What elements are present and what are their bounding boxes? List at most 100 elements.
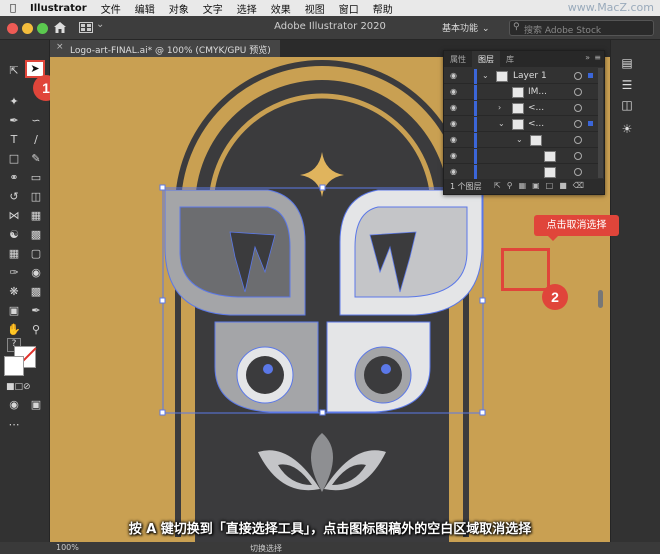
layer-name[interactable]: IM... bbox=[528, 87, 547, 97]
tab-document[interactable]: × Logo-art-FINAL.ai* @ 100% (CMYK/GPU 预览… bbox=[50, 40, 280, 57]
color-mode-icon[interactable]: ■□⊘ bbox=[6, 380, 31, 394]
menu-window[interactable]: 窗口 bbox=[339, 1, 359, 16]
eraser-tool-icon[interactable]: ▭ bbox=[28, 171, 44, 185]
layer-name[interactable]: <... bbox=[528, 103, 544, 113]
selection-handle[interactable] bbox=[319, 409, 326, 416]
layer-row[interactable]: ◉ bbox=[444, 165, 600, 180]
layer-name[interactable]: <... bbox=[528, 119, 544, 129]
width-tool-icon[interactable]: ⋈ bbox=[6, 209, 22, 223]
menu-type[interactable]: 文字 bbox=[203, 1, 223, 16]
visibility-eye-icon[interactable]: ◉ bbox=[450, 71, 457, 80]
zoom-window-button[interactable] bbox=[37, 23, 48, 34]
visibility-eye-icon[interactable]: ◉ bbox=[450, 167, 457, 176]
shape-builder-tool-icon[interactable]: ☯ bbox=[6, 228, 22, 242]
tab-layers[interactable]: 图层 bbox=[472, 51, 500, 67]
selection-handle[interactable] bbox=[479, 297, 486, 304]
close-window-button[interactable] bbox=[7, 23, 18, 34]
selection-square-icon[interactable] bbox=[588, 121, 593, 126]
menu-edit[interactable]: 编辑 bbox=[135, 1, 155, 16]
layers-panel-icon[interactable]: ☰ bbox=[619, 78, 635, 92]
free-transform-tool-icon[interactable]: ▦ bbox=[28, 209, 44, 223]
click-target-highlight[interactable] bbox=[501, 248, 550, 291]
chevron-right-icon[interactable]: › bbox=[498, 103, 501, 112]
line-tool-icon[interactable]: ∕ bbox=[28, 133, 44, 147]
libraries-panel-icon[interactable]: ◫ bbox=[619, 98, 635, 112]
selection-handle[interactable] bbox=[159, 297, 166, 304]
panel-scrollbar[interactable] bbox=[598, 68, 603, 178]
minimize-window-button[interactable] bbox=[22, 23, 33, 34]
tab-properties[interactable]: 属性 bbox=[444, 51, 472, 67]
menu-help[interactable]: 帮助 bbox=[373, 1, 393, 16]
eyedropper-tool-icon[interactable]: ✑ bbox=[6, 266, 22, 280]
appearance-panel-icon[interactable]: ☀ bbox=[619, 122, 635, 136]
layer-row[interactable]: ◉ ⌄ Layer 1 bbox=[444, 69, 600, 84]
stock-search-input[interactable]: ⚲ 搜索 Adobe Stock bbox=[509, 20, 654, 36]
column-graph-tool-icon[interactable]: ▩ bbox=[28, 285, 44, 299]
menu-file[interactable]: 文件 bbox=[101, 1, 121, 16]
symbol-sprayer-tool-icon[interactable]: ❋ bbox=[6, 285, 22, 299]
apple-logo-icon[interactable]:  bbox=[10, 3, 22, 14]
layer-row[interactable]: ◉ › <... bbox=[444, 101, 600, 116]
visibility-eye-icon[interactable]: ◉ bbox=[450, 87, 457, 96]
slice-tool-icon[interactable]: ✒ bbox=[28, 304, 44, 318]
gradient-tool-icon[interactable]: ▢ bbox=[28, 247, 44, 261]
menu-effect[interactable]: 效果 bbox=[271, 1, 291, 16]
visibility-eye-icon[interactable]: ◉ bbox=[450, 119, 457, 128]
target-circle-icon[interactable] bbox=[574, 152, 582, 160]
target-circle-icon[interactable] bbox=[574, 88, 582, 96]
shaper-tool-icon[interactable]: ⚭ bbox=[6, 171, 22, 185]
screen-mode-icon[interactable]: ▣ bbox=[28, 398, 44, 412]
menu-view[interactable]: 视图 bbox=[305, 1, 325, 16]
visibility-eye-icon[interactable]: ◉ bbox=[450, 103, 457, 112]
menu-select[interactable]: 选择 bbox=[237, 1, 257, 16]
workspace-switcher[interactable]: 基本功能 ⌄ bbox=[442, 21, 490, 34]
chevron-down-icon[interactable]: ⌄ bbox=[482, 71, 489, 80]
visibility-eye-icon[interactable]: ◉ bbox=[450, 151, 457, 160]
zoom-tool-icon[interactable]: ⚲ bbox=[28, 323, 44, 337]
pen-tool-icon[interactable]: ✒ bbox=[6, 114, 22, 128]
target-circle-icon[interactable] bbox=[574, 104, 582, 112]
selection-square-icon[interactable] bbox=[588, 73, 593, 78]
target-circle-icon[interactable] bbox=[574, 168, 582, 176]
curvature-tool-icon[interactable]: ∽ bbox=[28, 114, 44, 128]
visibility-eye-icon[interactable]: ◉ bbox=[450, 135, 457, 144]
layer-row[interactable]: ◉ ⌄ bbox=[444, 133, 600, 148]
selection-handle[interactable] bbox=[479, 409, 486, 416]
zoom-level[interactable]: 100% bbox=[56, 543, 79, 552]
layer-row[interactable]: ◉ IM... bbox=[444, 85, 600, 100]
arrange-documents-icon[interactable] bbox=[79, 22, 93, 33]
mesh-tool-icon[interactable]: ▦ bbox=[6, 247, 22, 261]
perspective-grid-tool-icon[interactable]: ▩ bbox=[28, 228, 44, 242]
scale-tool-icon[interactable]: ◫ bbox=[28, 190, 44, 204]
tab-libraries[interactable]: 库 bbox=[500, 51, 520, 67]
properties-panel-icon[interactable]: ▤ bbox=[619, 56, 635, 70]
home-icon[interactable] bbox=[53, 21, 67, 34]
hand-tool-icon[interactable]: ✋ bbox=[6, 323, 22, 337]
more-tools-icon[interactable]: ⋯ bbox=[6, 418, 22, 432]
blend-tool-icon[interactable]: ◉ bbox=[28, 266, 44, 280]
canvas-scrollbar[interactable] bbox=[598, 290, 603, 308]
selection-tool-icon[interactable]: ⇱ bbox=[6, 64, 22, 78]
fill-swatch[interactable] bbox=[4, 356, 24, 376]
selection-handle[interactable] bbox=[159, 409, 166, 416]
layer-row[interactable]: ◉ ⌄ <... bbox=[444, 117, 600, 132]
magic-wand-icon[interactable]: ✦ bbox=[6, 95, 22, 109]
target-circle-icon[interactable] bbox=[574, 136, 582, 144]
chevron-down-icon[interactable]: ⌄ bbox=[498, 119, 505, 128]
layer-row[interactable]: ◉ bbox=[444, 149, 600, 164]
close-tab-icon[interactable]: × bbox=[56, 42, 64, 52]
panel-menu-icon[interactable]: ≡ bbox=[594, 53, 601, 62]
target-circle-icon[interactable] bbox=[574, 72, 582, 80]
rotate-tool-icon[interactable]: ↺ bbox=[6, 190, 22, 204]
app-menu[interactable]: Illustrator bbox=[30, 3, 87, 14]
layer-action-icons[interactable]: ⇱⚲▦▣□■⌫ bbox=[494, 181, 590, 190]
selection-handle[interactable] bbox=[319, 184, 326, 191]
target-circle-icon[interactable] bbox=[574, 120, 582, 128]
selection-handle[interactable] bbox=[159, 184, 166, 191]
collapse-panel-icon[interactable]: » bbox=[585, 53, 590, 62]
paintbrush-tool-icon[interactable]: ✎ bbox=[28, 152, 44, 166]
rectangle-tool-icon[interactable]: □ bbox=[6, 152, 22, 166]
chevron-down-icon[interactable]: ⌄ bbox=[516, 135, 523, 144]
menu-object[interactable]: 对象 bbox=[169, 1, 189, 16]
layer-name[interactable]: Layer 1 bbox=[513, 71, 547, 81]
